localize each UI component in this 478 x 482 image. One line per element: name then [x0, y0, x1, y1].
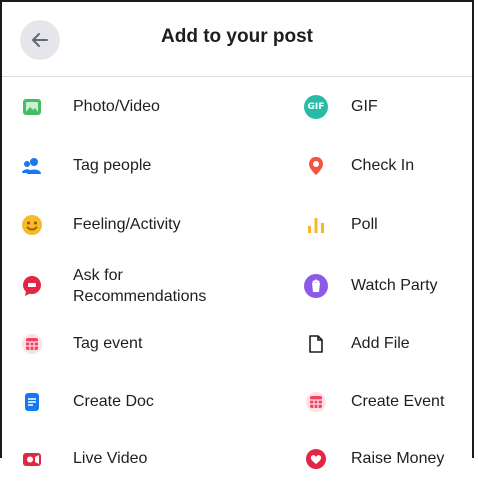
add-to-post-panel: Add to your post Photo/Video GIF GIF Tag…: [0, 0, 474, 469]
option-create-doc[interactable]: Create Doc: [20, 379, 295, 425]
option-ask-for-recommendations[interactable]: Ask for Recommendations: [20, 259, 295, 313]
option-tag-event[interactable]: Tag event: [20, 321, 295, 367]
document-icon: [20, 390, 44, 414]
option-label: Tag people: [73, 157, 152, 174]
option-label: Live Video: [73, 450, 148, 467]
option-create-event[interactable]: Create Event: [304, 379, 474, 425]
people-icon: [20, 154, 44, 178]
option-add-file[interactable]: Add File: [304, 321, 474, 367]
option-gif[interactable]: GIF GIF: [304, 84, 474, 130]
option-check-in[interactable]: Check In: [304, 143, 474, 189]
option-photo-video[interactable]: Photo/Video: [20, 84, 295, 130]
calendar-icon: [20, 332, 44, 356]
photo-icon: [20, 95, 44, 119]
option-label-line2: Recommendations: [73, 288, 207, 305]
watch-party-icon: [304, 274, 328, 298]
option-label: Ask for Recommendations: [73, 265, 206, 307]
option-label: GIF: [351, 98, 378, 115]
heart-icon: [304, 447, 328, 471]
page-title: Add to your post: [161, 26, 313, 47]
file-icon: [304, 332, 328, 356]
speech-bubble-icon: [20, 274, 44, 298]
option-poll[interactable]: Poll: [304, 202, 474, 248]
option-watch-party[interactable]: Watch Party: [304, 259, 474, 313]
option-label: Feeling/Activity: [73, 216, 181, 233]
option-feeling-activity[interactable]: Feeling/Activity: [20, 202, 295, 248]
option-label: Create Doc: [73, 393, 154, 410]
option-label-line1: Ask for: [73, 267, 123, 284]
smiley-icon: [20, 213, 44, 237]
option-label: Check In: [351, 157, 415, 174]
option-tag-people[interactable]: Tag people: [20, 143, 295, 189]
option-label: Add File: [351, 335, 410, 352]
option-label: Poll: [351, 216, 378, 233]
option-raise-money[interactable]: Raise Money: [304, 436, 474, 482]
option-label: Watch Party: [351, 277, 438, 294]
option-live-video[interactable]: Live Video: [20, 436, 295, 482]
option-label: Photo/Video: [73, 98, 160, 115]
option-label: Create Event: [351, 393, 445, 410]
bar-chart-icon: [304, 213, 328, 237]
gif-icon: GIF: [304, 95, 328, 119]
option-label: Raise Money: [351, 450, 445, 467]
location-pin-icon: [304, 154, 328, 178]
video-camera-icon: [20, 447, 44, 471]
option-label: Tag event: [73, 335, 143, 352]
calendar-icon: [304, 390, 328, 414]
header: Add to your post: [2, 2, 472, 77]
